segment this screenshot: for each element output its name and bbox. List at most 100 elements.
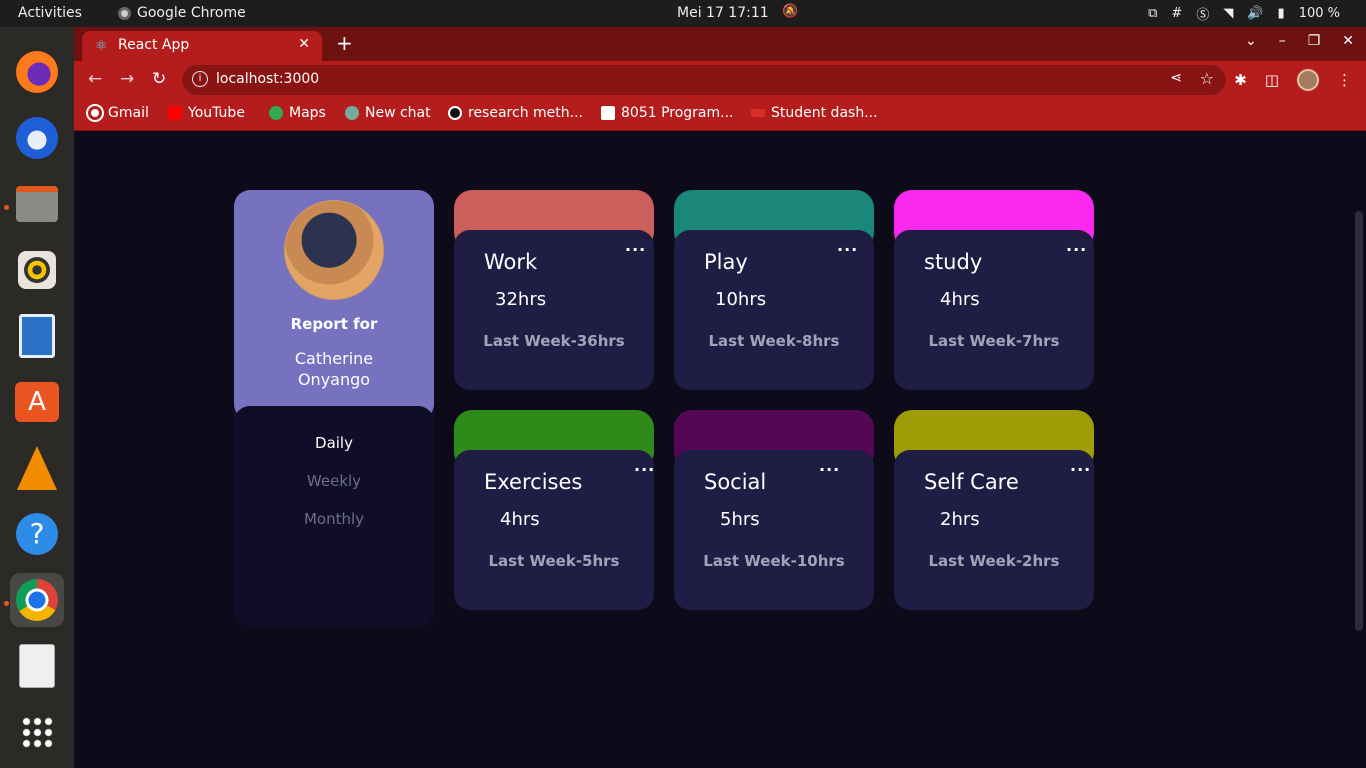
activity-card-study[interactable]: study ··· 4hrs Last Week-7hrs — [894, 190, 1094, 390]
bookmark-research[interactable]: research meth... — [448, 105, 583, 121]
dock-thunderbird[interactable] — [10, 111, 64, 165]
bookmark-8051[interactable]: 8051 Program... — [601, 105, 734, 121]
card-hours: 32hrs — [495, 289, 547, 310]
extensions-icon[interactable]: ✱ — [1234, 71, 1247, 89]
bookmark-student-dash[interactable]: Student dash... — [751, 105, 878, 121]
chrome-small-icon — [118, 6, 131, 20]
side-panel-icon[interactable]: ◫ — [1265, 71, 1279, 89]
battery-icon[interactable]: ▮ — [1278, 6, 1285, 21]
more-options-icon[interactable]: ··· — [837, 240, 858, 259]
dock-rhythmbox[interactable] — [10, 243, 64, 297]
card-body: Work ··· 32hrs Last Week-36hrs — [454, 230, 654, 390]
student-dash-icon — [751, 109, 765, 117]
card-last-week: Last Week-7hrs — [928, 332, 1060, 350]
card-last-week: Last Week-2hrs — [928, 552, 1060, 570]
chatgpt-icon — [345, 106, 359, 120]
dock-software[interactable]: A — [10, 375, 64, 429]
period-monthly[interactable]: Monthly — [234, 510, 434, 528]
bookmark-star-icon[interactable]: ☆ — [1200, 69, 1214, 88]
share-icon[interactable]: ⋖ — [1170, 70, 1182, 86]
card-body: study ··· 4hrs Last Week-7hrs — [894, 230, 1094, 390]
bookmark-new-chat[interactable]: New chat — [345, 105, 431, 121]
activity-card-play[interactable]: Play ··· 10hrs Last Week-8hrs — [674, 190, 874, 390]
card-hours: 2hrs — [940, 509, 980, 530]
notifications-muted-icon: 🔕 — [782, 4, 799, 19]
window-controls: ⌄ – ❐ ✕ — [1245, 33, 1354, 49]
period-weekly[interactable]: Weekly — [234, 472, 434, 490]
writer-icon — [19, 314, 55, 358]
dock-help[interactable]: ? — [10, 507, 64, 561]
minimize-icon[interactable]: – — [1279, 33, 1286, 49]
restore-icon[interactable]: ❐ — [1308, 33, 1321, 49]
activities-button[interactable]: Activities — [18, 5, 82, 21]
activity-card-self-care[interactable]: Self Care ··· 2hrs Last Week-2hrs — [894, 410, 1094, 610]
dock-vlc[interactable] — [10, 441, 64, 495]
skype-icon[interactable]: Ⓢ — [1196, 4, 1209, 23]
bookmark-gmail[interactable]: Gmail — [86, 104, 149, 122]
forward-icon[interactable]: → — [120, 69, 134, 89]
system-top-bar: Activities Google Chrome Mei 17 17:11 🔕 … — [0, 0, 1366, 27]
card-title: Exercises — [484, 470, 583, 494]
dock-show-apps[interactable] — [10, 705, 64, 759]
files-icon — [16, 186, 58, 222]
back-icon[interactable]: ← — [88, 69, 102, 89]
more-options-icon[interactable]: ··· — [1070, 460, 1091, 479]
card-title: Social — [704, 470, 767, 494]
dock-chrome[interactable] — [10, 573, 64, 627]
volume-icon[interactable]: 🔊 — [1247, 6, 1263, 21]
dock-document-viewer[interactable] — [10, 639, 64, 693]
reload-icon[interactable]: ↻ — [152, 69, 166, 89]
card-body: Self Care ··· 2hrs Last Week-2hrs — [894, 450, 1094, 610]
card-hours: 5hrs — [720, 509, 760, 530]
google-icon — [86, 104, 104, 122]
rhythmbox-icon — [18, 251, 56, 289]
new-tab-button[interactable]: + — [336, 31, 353, 55]
card-last-week: Last Week-5hrs — [488, 552, 620, 570]
activity-card-work[interactable]: Work ··· 32hrs Last Week-36hrs — [454, 190, 654, 390]
bookmark-youtube[interactable]: YouTube — [168, 105, 245, 121]
period-daily[interactable]: Daily — [234, 434, 434, 452]
tab-title: React App — [118, 37, 190, 53]
site-info-icon[interactable]: i — [192, 71, 208, 87]
card-hours: 4hrs — [500, 509, 540, 530]
battery-percent[interactable]: 100 % — [1299, 6, 1340, 21]
card-last-week: Last Week-8hrs — [708, 332, 840, 350]
url-text[interactable]: localhost:3000 — [216, 71, 319, 87]
dock-files[interactable] — [10, 177, 64, 231]
system-tray[interactable]: ⧉ # Ⓢ ◥ 🔊 ▮ 100 % — [1148, 4, 1340, 23]
card-body: Exercises ··· 4hrs Last Week-5hrs — [454, 450, 654, 610]
card-body: Social ··· 5hrs Last Week-10hrs — [674, 450, 874, 610]
8051-site-icon — [601, 106, 615, 120]
report-for-label: Report for — [290, 315, 378, 333]
slack-icon[interactable]: # — [1171, 6, 1182, 21]
more-options-icon[interactable]: ··· — [819, 460, 840, 479]
more-options-icon[interactable]: ··· — [634, 460, 655, 479]
close-tab-icon[interactable]: ✕ — [298, 36, 310, 52]
clock[interactable]: Mei 17 17:11 — [677, 5, 769, 21]
more-options-icon[interactable]: ··· — [625, 240, 646, 259]
app-name-label: Google Chrome — [137, 5, 246, 21]
app-menu[interactable]: Google Chrome — [118, 5, 246, 21]
page-scrollbar[interactable] — [1352, 131, 1366, 768]
address-bar[interactable]: i localhost:3000 ⋖ ☆ — [182, 65, 1226, 95]
menu-icon[interactable]: ⋮ — [1337, 71, 1352, 89]
card-last-week: Last Week-36hrs — [483, 332, 625, 350]
react-icon: ⚛ — [95, 38, 108, 54]
bookmark-maps[interactable]: Maps — [269, 105, 326, 121]
more-options-icon[interactable]: ··· — [1066, 240, 1087, 259]
close-window-icon[interactable]: ✕ — [1342, 33, 1354, 49]
scrollbar-thumb[interactable] — [1355, 211, 1363, 631]
dock-firefox[interactable] — [10, 45, 64, 99]
tab-search-icon[interactable]: ⌄ — [1245, 33, 1257, 49]
chrome-icon — [16, 579, 58, 621]
activity-card-social[interactable]: Social ··· 5hrs Last Week-10hrs — [674, 410, 874, 610]
research-site-icon — [448, 106, 462, 120]
card-title: study — [924, 250, 983, 274]
tab-react-app[interactable]: ⚛ React App ✕ — [82, 31, 322, 61]
profile-avatar[interactable] — [1297, 69, 1319, 91]
wifi-icon[interactable]: ◥ — [1223, 6, 1233, 21]
maps-icon — [269, 106, 283, 120]
dock-writer[interactable] — [10, 309, 64, 363]
screen-share-icon[interactable]: ⧉ — [1148, 6, 1157, 21]
activity-card-exercises[interactable]: Exercises ··· 4hrs Last Week-5hrs — [454, 410, 654, 610]
